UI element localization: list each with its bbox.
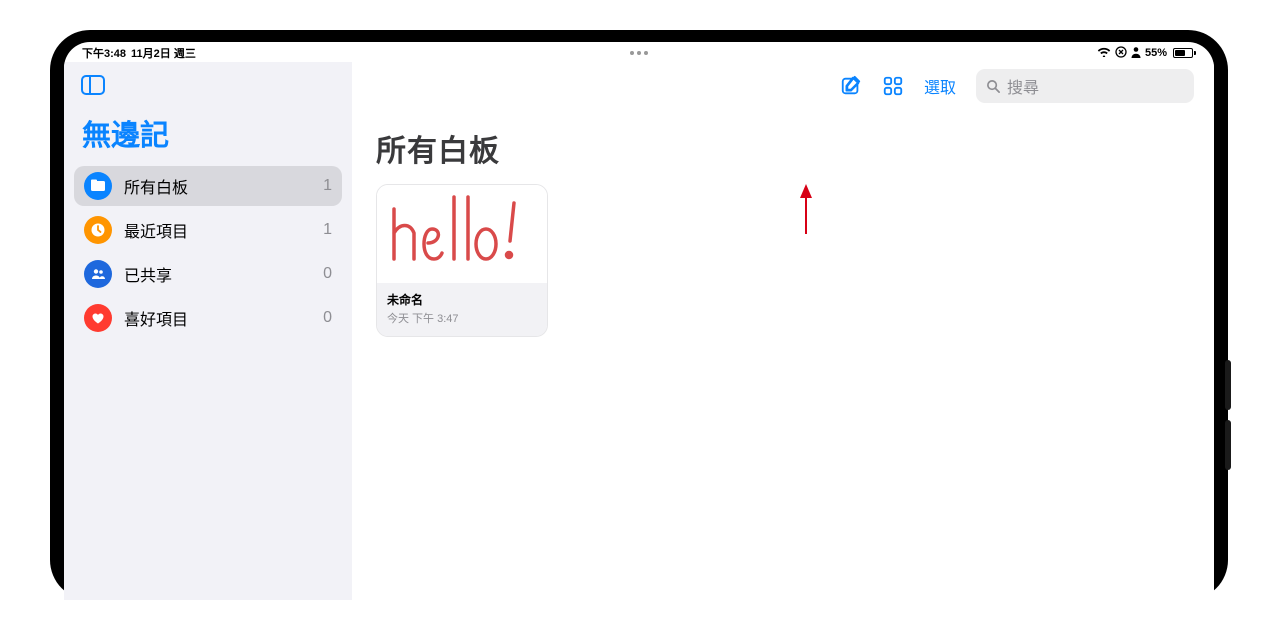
view-mode-button[interactable] [882,75,904,97]
sidebar-item-label: 喜好項目 [124,306,323,330]
toolbar: 選取 搜尋 [352,62,1214,106]
sidebar-item-count: 1 [323,177,332,195]
board-date: 今天 下午 3:47 [387,310,537,326]
battery-pct-label: 55% [1145,47,1167,59]
board-title: 未命名 [387,291,537,308]
folder-icon [84,172,112,200]
status-time: 下午3:48 [82,45,126,61]
grid-icon [882,75,904,97]
sidebar-item-count: 1 [323,221,332,239]
board-meta: 未命名 今天 下午 3:47 [377,283,547,336]
sidebar-item-label: 最近項目 [124,218,323,242]
page-title: 所有白板 [352,106,1214,184]
multitask-indicator[interactable] [630,51,648,55]
sidebar-item-favorites[interactable]: 喜好項目 0 [74,298,342,338]
dnd-icon [1115,46,1127,61]
select-button[interactable]: 選取 [924,74,956,98]
handwriting-hello [382,189,542,279]
status-bar: 下午3:48 11月2日 週三 55% [64,42,1214,62]
sidebar: 無邊記 所有白板 1 最近項目 1 [64,62,352,600]
sidebar-item-shared[interactable]: 已共享 0 [74,254,342,294]
search-icon [986,79,1001,94]
sidebar-toggle-icon [81,75,105,95]
sidebar-item-count: 0 [323,309,332,327]
main-area: 選取 搜尋 所有白板 [352,62,1214,600]
ipad-frame: 下午3:48 11月2日 週三 55% [50,30,1228,600]
clock-icon [84,216,112,244]
wifi-icon [1097,46,1111,60]
sidebar-item-label: 所有白板 [124,174,323,198]
board-card[interactable]: 未命名 今天 下午 3:47 [376,184,548,337]
status-date: 11月2日 週三 [131,45,196,61]
board-grid: 未命名 今天 下午 3:47 [352,184,1214,337]
battery-icon [1171,48,1196,58]
new-board-button[interactable] [840,75,862,97]
people-icon [84,260,112,288]
search-input[interactable]: 搜尋 [976,69,1194,103]
sidebar-item-all-boards[interactable]: 所有白板 1 [74,166,342,206]
sidebar-item-recent[interactable]: 最近項目 1 [74,210,342,250]
app-title: 無邊記 [64,104,352,166]
heart-icon [84,304,112,332]
compose-icon [840,75,862,97]
screen: 下午3:48 11月2日 週三 55% [64,42,1214,600]
select-button-label: 選取 [924,74,956,98]
board-thumbnail [377,185,547,283]
search-placeholder: 搜尋 [1007,74,1039,98]
user-icon [1131,46,1141,61]
sidebar-toggle-button[interactable] [80,74,106,96]
app-container: 無邊記 所有白板 1 最近項目 1 [64,62,1214,600]
sidebar-item-count: 0 [323,265,332,283]
sidebar-item-label: 已共享 [124,262,323,286]
